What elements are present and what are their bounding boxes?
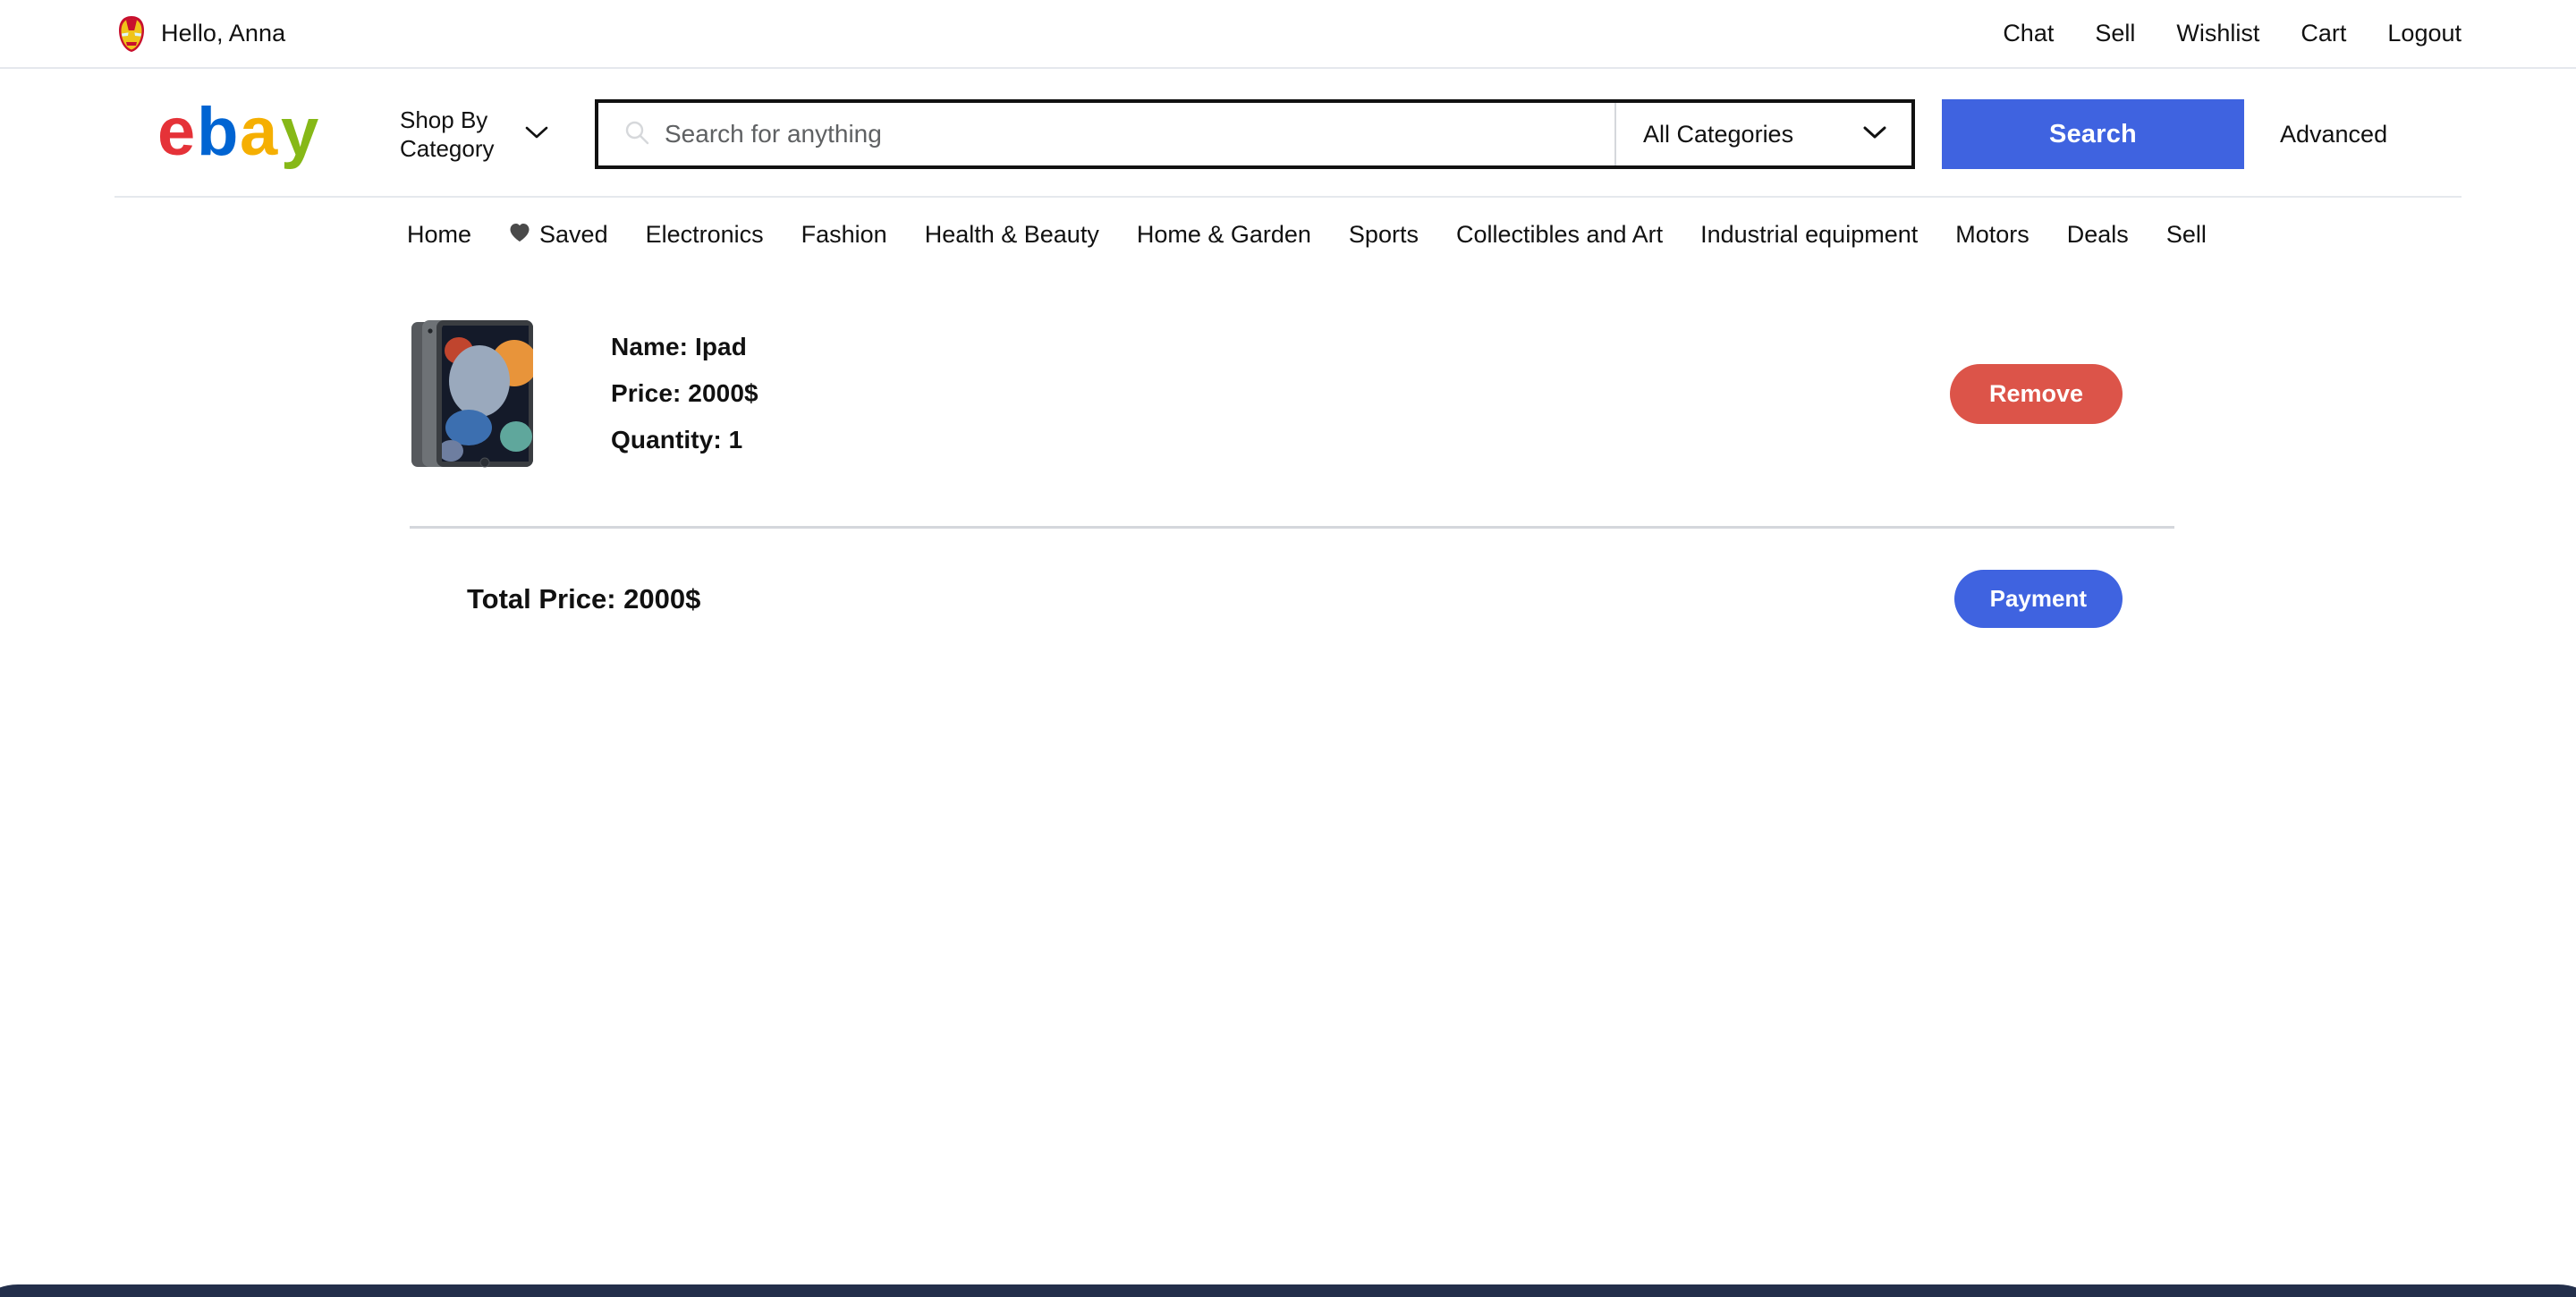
product-quantity: Quantity: 1 xyxy=(611,426,743,454)
payment-button[interactable]: Payment xyxy=(1953,570,2123,628)
category-select-value: All Categories xyxy=(1643,120,1794,148)
catnav-item-saved[interactable]: Saved xyxy=(509,221,608,249)
catnav-label: Saved xyxy=(539,221,608,248)
category-nav: Home Saved Electronics Fashion Health & … xyxy=(0,198,2576,270)
remove-button[interactable]: Remove xyxy=(1949,363,2123,424)
total-price-text: Total Price: 2000$ xyxy=(467,582,701,615)
chevron-down-icon xyxy=(525,125,548,144)
ironman-avatar-icon xyxy=(116,15,147,53)
catnav-label: Sports xyxy=(1348,221,1419,248)
catnav-item-sports[interactable]: Sports xyxy=(1349,221,1419,249)
shop-by-category-button[interactable]: Shop By Category xyxy=(400,106,548,164)
product-name: Name: Ipad xyxy=(611,333,747,360)
search-field[interactable] xyxy=(598,103,1614,165)
ebay-logo[interactable]: e b a y xyxy=(157,99,377,169)
catnav-item-fashion[interactable]: Fashion xyxy=(801,221,887,249)
catnav-label: Electronics xyxy=(645,221,764,248)
top-utility-bar: Hello, Anna Chat Sell Wishlist Cart Logo… xyxy=(0,0,2576,69)
top-nav-sell[interactable]: Sell xyxy=(2095,20,2135,47)
catnav-item-deals[interactable]: Deals xyxy=(2067,221,2129,249)
catnav-item-sell[interactable]: Sell xyxy=(2166,221,2207,249)
catnav-label: Collectibles and Art xyxy=(1455,221,1664,248)
shop-by-category-label: Shop By Category xyxy=(400,106,495,163)
heart-icon xyxy=(509,221,530,249)
top-nav-cart[interactable]: Cart xyxy=(2301,20,2346,47)
cart-item-row: Name: Ipad Price: 2000$ Quantity: 1 Remo… xyxy=(410,317,2123,470)
catnav-label: Health & Beauty xyxy=(924,221,1099,248)
footer-sliver xyxy=(0,1276,2576,1297)
catnav-label: Fashion xyxy=(801,221,887,248)
top-nav-chat[interactable]: Chat xyxy=(2003,20,2054,47)
search-group: All Categories Search xyxy=(595,99,2244,169)
catnav-item-electronics[interactable]: Electronics xyxy=(646,221,764,249)
cart-summary-row: Total Price: 2000$ Payment xyxy=(410,570,2123,628)
catnav-label: Motors xyxy=(1955,221,2029,248)
greeting-text: Hello, Anna xyxy=(161,20,286,47)
cart-section: Name: Ipad Price: 2000$ Quantity: 1 Remo… xyxy=(0,270,2576,628)
top-nav-logout[interactable]: Logout xyxy=(2387,20,2462,47)
catnav-item-collectibles-and-art[interactable]: Collectibles and Art xyxy=(1456,221,1663,249)
search-button[interactable]: Search xyxy=(1942,99,2244,169)
masthead: e b a y Shop By Category Search for anyt… xyxy=(114,69,2462,198)
cart-divider xyxy=(410,526,2174,529)
svg-text:b: b xyxy=(197,99,238,169)
search-box: All Categories xyxy=(595,99,1915,169)
catnav-item-health-beauty[interactable]: Health & Beauty xyxy=(925,221,1099,249)
advanced-search-link[interactable]: Advanced xyxy=(2280,121,2387,148)
chevron-down-icon xyxy=(1863,125,1886,144)
product-details: Name: Ipad Price: 2000$ Quantity: 1 xyxy=(611,333,758,454)
svg-text:a: a xyxy=(240,99,278,169)
catnav-label: Home & Garden xyxy=(1136,221,1311,248)
top-nav-links: Chat Sell Wishlist Cart Logout xyxy=(2003,20,2462,47)
catnav-label: Home xyxy=(407,221,472,248)
catnav-label: Sell xyxy=(2165,221,2207,248)
top-nav-wishlist[interactable]: Wishlist xyxy=(2176,20,2259,47)
user-greeting-group: Hello, Anna xyxy=(116,15,285,53)
catnav-item-home[interactable]: Home xyxy=(407,221,471,249)
search-input[interactable] xyxy=(665,103,1589,165)
catnav-item-home-garden[interactable]: Home & Garden xyxy=(1137,221,1311,249)
ipad-product-image[interactable] xyxy=(410,317,538,470)
catnav-item-motors[interactable]: Motors xyxy=(1955,221,2029,249)
footer-shape xyxy=(0,1284,2576,1297)
catnav-label: Industrial equipment xyxy=(1700,221,1919,248)
svg-text:y: y xyxy=(281,99,318,169)
product-price: Price: 2000$ xyxy=(611,379,758,407)
svg-text:e: e xyxy=(157,99,195,169)
category-select[interactable]: All Categories xyxy=(1614,103,1911,165)
catnav-item-industrial-equipment[interactable]: Industrial equipment xyxy=(1700,221,1918,249)
search-icon xyxy=(623,119,650,150)
catnav-label: Deals xyxy=(2066,221,2129,248)
